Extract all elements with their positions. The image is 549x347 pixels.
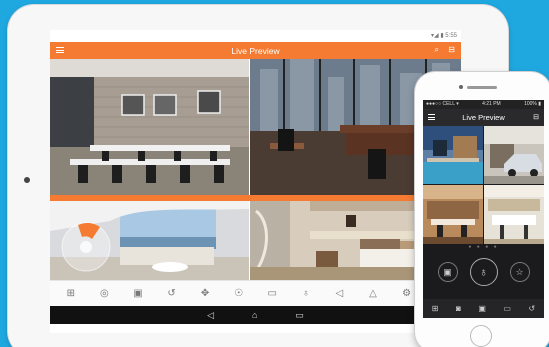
record-icon[interactable]: ▣ [478, 304, 486, 313]
tablet-camera-lens [24, 177, 30, 183]
home-icon[interactable]: ⌂ [252, 310, 257, 320]
camera-feed-3[interactable] [423, 185, 483, 244]
record-icon[interactable]: ▣ [131, 287, 145, 301]
tablet-screen: ▾◢ ▮ 5:55 Live Preview ⌕ ⊟ ⊞ ◎ ▣ ↺ ✥ ☉ ▭… [50, 30, 461, 333]
camera-feed-2[interactable] [484, 126, 544, 184]
phone-controls: ▣ ♁ ☆ [423, 250, 544, 294]
android-navbar: ◁ ⌂ ▭ [50, 306, 461, 324]
phone-header: Live Preview ⊟ [423, 109, 544, 126]
tablet-header: Live Preview ⌕ ⊟ [50, 42, 461, 59]
back-icon[interactable]: ◁ [207, 310, 214, 321]
status-time: 4:21 PM [482, 101, 501, 107]
page-title: Live Preview [462, 113, 505, 122]
tablet-status-bar: ▾◢ ▮ 5:55 [50, 30, 461, 42]
phone-camera-lens [459, 85, 463, 89]
playback-icon[interactable]: ↺ [528, 304, 535, 313]
phone-bottom-toolbar: ⊞ ◙ ▣ ▭ ↺ [423, 299, 544, 318]
phone-device: ●●●○○ CELL ▾ 4:21 PM 100% ▮ Live Preview… [415, 72, 549, 347]
camera-icon[interactable]: ◙ [456, 304, 461, 313]
battery-status: 100% ▮ [524, 101, 541, 107]
quality-icon[interactable]: ▭ [503, 304, 511, 313]
camera-feed-1[interactable] [423, 126, 483, 184]
tablet-toolbar: ⊞ ◎ ▣ ↺ ✥ ☉ ▭ ♁ ◁ △ ⚙ ☆ [50, 280, 461, 306]
microphone-icon[interactable]: ♁ [469, 258, 498, 286]
hamburger-icon[interactable] [56, 47, 64, 53]
device-icon[interactable]: ⊟ [448, 45, 455, 55]
microphone-icon[interactable]: ♁ [299, 287, 313, 301]
phone-status-bar: ●●●○○ CELL ▾ 4:21 PM 100% ▮ [423, 100, 544, 109]
recents-icon[interactable]: ▭ [295, 310, 304, 321]
alarm-icon[interactable]: ☉ [232, 287, 246, 301]
ptz-icon[interactable]: ✥ [198, 287, 212, 301]
camera-grid [50, 59, 461, 280]
split-screen-icon[interactable]: ⊞ [432, 304, 439, 313]
split-screen-icon[interactable]: ⊞ [64, 287, 78, 301]
settings-icon[interactable]: ⚙ [400, 287, 414, 301]
volume-icon[interactable]: ◁ [332, 287, 346, 301]
camera-feed-3[interactable] [50, 201, 249, 280]
camera-grid [423, 126, 544, 244]
warning-icon[interactable]: △ [366, 287, 380, 301]
page-title: Live Preview [231, 45, 280, 56]
favorite-icon[interactable]: ☆ [509, 262, 530, 282]
quality-icon[interactable]: ▭ [265, 287, 279, 301]
snapshot-icon[interactable]: ▣ [437, 262, 458, 282]
playback-icon[interactable]: ↺ [165, 287, 179, 301]
carrier-signal: ●●●○○ CELL ▾ [426, 101, 459, 107]
camera-feed-4[interactable] [484, 185, 544, 244]
phone-screen: ●●●○○ CELL ▾ 4:21 PM 100% ▮ Live Preview… [423, 100, 544, 318]
camera-feed-1[interactable] [50, 59, 249, 195]
search-icon[interactable]: ⌕ [435, 45, 439, 55]
hamburger-icon[interactable] [428, 114, 435, 120]
phone-home-button[interactable] [470, 325, 492, 347]
phone-speaker [467, 86, 497, 89]
snapshot-icon[interactable]: ◎ [97, 287, 111, 301]
device-icon[interactable]: ⊟ [533, 113, 539, 121]
